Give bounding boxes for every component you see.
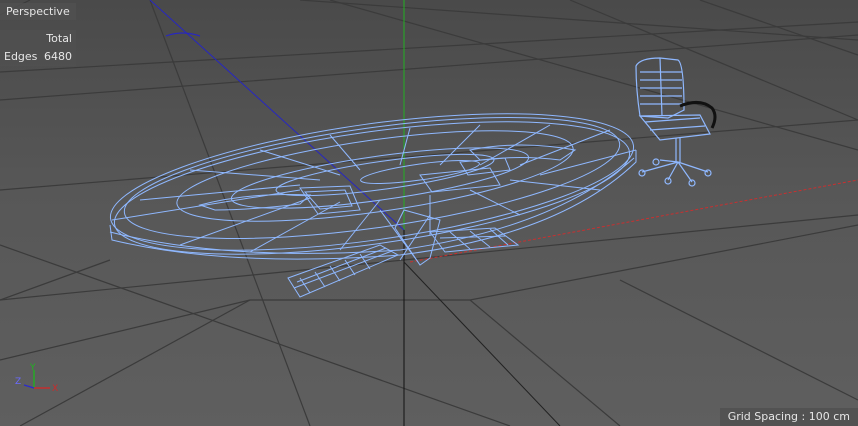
table-wireframe[interactable]: [102, 88, 641, 298]
axis-x-label: X: [52, 384, 58, 394]
3d-viewport[interactable]: Perspective Total Edges 6480 Y X Z Grid …: [0, 0, 858, 426]
chair-wireframe[interactable]: [635, 57, 712, 187]
stats-edges-row: Edges 6480: [0, 48, 76, 66]
axis-gizmo: Y X Z: [15, 363, 58, 394]
stats-header-row: Total: [0, 30, 76, 48]
edges-label: Edges: [4, 50, 38, 63]
view-name-label[interactable]: Perspective: [0, 3, 76, 20]
axis-x-line: [409, 179, 858, 263]
z-axis-marker: [165, 32, 201, 37]
edges-value: 6480: [44, 50, 72, 63]
axis-z-label: Z: [15, 377, 21, 387]
scene-canvas[interactable]: [0, 0, 858, 426]
axis-y-label: Y: [29, 363, 36, 373]
stats-overlay: Total Edges 6480: [0, 30, 76, 66]
grid-spacing-label: Grid Spacing : 100 cm: [719, 408, 858, 426]
ground-grid: [0, 0, 858, 426]
stats-header: Total: [46, 32, 72, 45]
